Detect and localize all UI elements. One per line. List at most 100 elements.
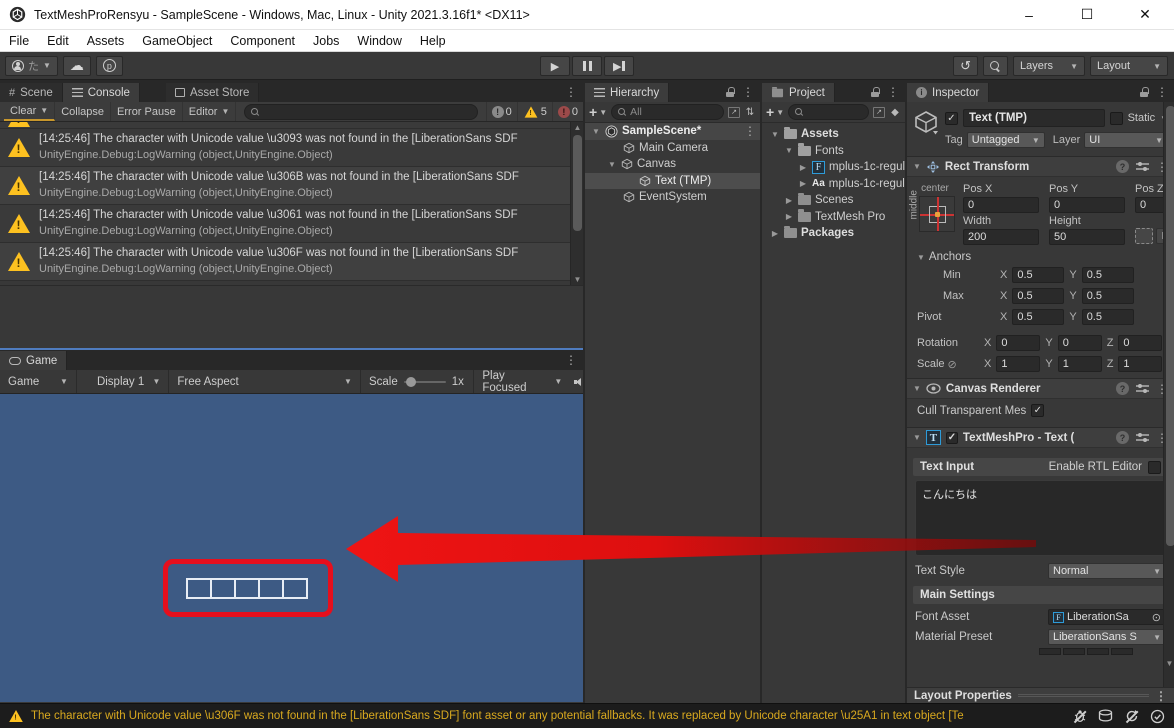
gameobject-name-field[interactable]: Text (TMP) [963,109,1105,127]
tab-hierarchy[interactable]: Hierarchy [585,83,669,102]
style-toggle[interactable] [1111,648,1133,655]
project-item-font-file[interactable]: ▶ Aa mplus-1c-regul [762,176,905,193]
sort-icon[interactable]: ⇅ [744,105,756,120]
pos-y-field[interactable]: 0 [1049,197,1125,213]
progress-idle-icon[interactable] [1149,708,1166,725]
lock-icon[interactable] [1140,87,1149,97]
kebab-menu-icon[interactable]: ⋮ [744,125,756,137]
style-toggle[interactable] [1063,648,1085,655]
pivot-y-field[interactable]: 0.5 [1082,309,1134,325]
account-button[interactable]: た ▼ [5,56,58,76]
slider-knob[interactable] [406,377,416,387]
refresh-disabled-icon[interactable] [1123,708,1140,725]
object-picker-icon[interactable]: ⊙ [1152,611,1161,624]
project-item-assets[interactable]: ▼ Assets [762,126,905,143]
foldout-icon[interactable]: ▼ [607,160,617,169]
scale-y-field[interactable]: 1 [1058,356,1102,372]
scroll-up-icon[interactable]: ▲ [571,122,584,133]
rotation-y-field[interactable]: 0 [1058,335,1102,351]
style-toggle[interactable] [1039,648,1061,655]
help-icon[interactable]: ? [1116,382,1129,395]
tag-dropdown[interactable]: Untagged▼ [967,132,1045,148]
layers-dropdown[interactable]: Layers ▼ [1013,56,1085,76]
rect-transform-header[interactable]: ▼ Rect Transform ? ⋮ [907,156,1174,177]
info-count[interactable]: ! 0 [486,102,517,121]
game-viewport[interactable] [0,394,583,702]
kebab-menu-icon[interactable]: ⋮ [565,354,577,366]
menu-window[interactable]: Window [348,30,410,51]
package-visibility-icon[interactable]: ◆ [889,105,901,120]
menu-file[interactable]: File [0,30,38,51]
scroll-down-icon[interactable]: ▼ [1164,658,1174,669]
pop-out-icon[interactable]: ↗ [873,107,885,118]
anchor-preset-button[interactable] [919,196,955,232]
foldout-icon[interactable]: ▶ [798,163,808,172]
log-row[interactable]: [14:25:46] The character with Unicode va… [0,205,570,243]
foldout-icon[interactable]: ▼ [913,384,921,393]
error-pause-button[interactable]: Error Pause [111,102,183,121]
foldout-icon[interactable]: ▼ [913,162,921,171]
tab-console[interactable]: Console [63,83,140,102]
mute-audio-icon[interactable] [574,377,583,387]
font-asset-object-field[interactable]: F LiberationSa ⊙ [1048,609,1166,625]
close-button[interactable]: ✕ [1116,0,1174,29]
kebab-menu-icon[interactable]: ⋮ [887,86,899,98]
canvas-renderer-header[interactable]: ▼ Canvas Renderer ? ⋮ [907,378,1174,399]
blueprint-mode-button[interactable] [1135,228,1153,244]
scrollbar-thumb[interactable] [1166,106,1174,546]
project-item-scenes[interactable]: ▶ Scenes [762,192,905,209]
tab-scene[interactable]: # Scene [0,83,63,102]
project-item-fonts[interactable]: ▼ Fonts [762,143,905,160]
lock-icon[interactable] [726,87,735,97]
foldout-icon[interactable]: ▶ [798,179,808,188]
text-input-area[interactable]: こんにちは [915,480,1166,556]
help-icon[interactable]: ? [1116,160,1129,173]
step-button[interactable]: ▶ [604,56,634,76]
foldout-icon[interactable]: ▼ [591,127,601,136]
layer-dropdown[interactable]: UI▼ [1084,132,1168,148]
display-target-dropdown[interactable]: Game ▼ [0,370,77,393]
display-dropdown[interactable]: Display 1 ▼ [89,370,169,393]
tab-asset-store[interactable]: Asset Store [166,83,259,102]
cloud-button[interactable]: ☁ [63,56,91,76]
kebab-menu-icon[interactable]: ⋮ [1155,690,1167,702]
layout-dropdown[interactable]: Layout ▼ [1090,56,1168,76]
cull-transparent-checkbox[interactable]: ✓ [1031,404,1044,417]
kebab-menu-icon[interactable]: ⋮ [742,86,754,98]
menu-jobs[interactable]: Jobs [304,30,348,51]
project-search-input[interactable] [788,104,869,120]
pivot-x-field[interactable]: 0.5 [1012,309,1064,325]
foldout-icon[interactable]: ▼ [784,146,794,155]
presets-icon[interactable] [1136,161,1149,172]
foldout-icon[interactable]: ▼ [770,130,780,139]
hierarchy-item-scene[interactable]: ▼ SampleScene* ⋮ [585,123,760,140]
console-search-input[interactable] [244,104,477,120]
project-item-textmesh-pro[interactable]: ▶ TextMesh Pro [762,209,905,226]
anchor-max-x-field[interactable]: 0.5 [1012,288,1064,304]
scroll-down-icon[interactable]: ▼ [571,274,584,285]
minimize-button[interactable]: – [1000,0,1058,29]
scale-slider[interactable] [404,381,446,383]
hierarchy-item-canvas[interactable]: ▼ Canvas [585,156,760,173]
plastic-scm-button[interactable]: p [96,56,123,76]
layout-properties-header[interactable]: Layout Properties ⋮ [907,687,1174,703]
log-row[interactable]: [14:25:46] The character with Unicode va… [0,243,570,281]
kebab-menu-icon[interactable]: ⋮ [565,86,577,98]
active-checkbox[interactable]: ✓ [945,112,958,125]
tab-game[interactable]: Game [0,351,67,370]
status-bar[interactable]: The character with Unicode value \u306F … [0,703,1174,728]
pos-x-field[interactable]: 0 [963,197,1039,213]
kebab-menu-icon[interactable]: ⋮ [1156,86,1168,98]
style-toggle[interactable] [1087,648,1109,655]
foldout-icon[interactable]: ▼ [913,433,921,442]
play-button[interactable]: ▶ [540,56,570,76]
hierarchy-search-input[interactable]: All [611,104,724,120]
scale-x-field[interactable]: 1 [996,356,1040,372]
main-settings-section[interactable]: Main Settings [913,586,1168,604]
maximize-button[interactable]: ☐ [1058,0,1116,29]
pop-out-icon[interactable]: ↗ [728,107,740,118]
scale-link-icon[interactable]: ⊘ [948,358,957,371]
width-field[interactable]: 200 [963,229,1039,245]
height-field[interactable]: 50 [1049,229,1125,245]
warning-count[interactable]: 5 [517,102,552,121]
